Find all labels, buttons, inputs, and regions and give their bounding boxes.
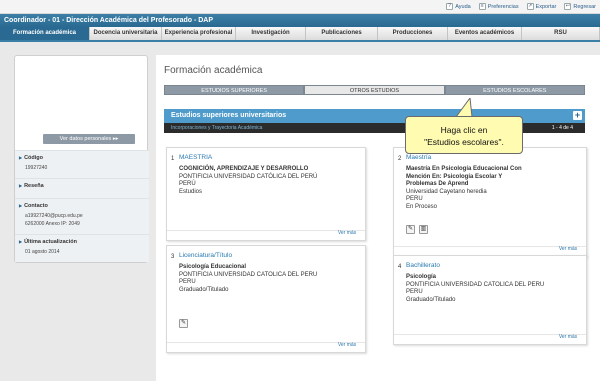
card-title[interactable]: Maestría — [406, 154, 431, 161]
tab-producciones[interactable]: Producciones — [378, 27, 448, 40]
tab-investigacion[interactable]: Investigación — [236, 27, 306, 40]
tutorial-callout: Haga clic en "Estudios escolares". — [405, 116, 523, 154]
card-number: 1 — [171, 156, 175, 162]
card-body: COGNICIÓN, APRENDIZAJE Y DESARROLLO PONT… — [179, 166, 349, 196]
ultima-actualizacion-section: Última actualización 01 agosto 2014 — [15, 234, 149, 262]
card-institution: PONTIFICIA UNIVERSIDAD CATOLICA DEL PERU — [406, 281, 545, 288]
study-card-2: 2 Maestría Maestría En Psicología Educac… — [393, 147, 587, 257]
profile-panel: Ver datos personales ▸▸ Código 19927240 … — [14, 55, 149, 263]
back-link[interactable]: ↩ Regresar — [564, 3, 596, 10]
main-nav: Formación académica Docencia universitar… — [0, 27, 600, 42]
contacto-phone: 6262000 Anexo IP: 2049 — [25, 221, 80, 227]
export-link-label: Exportar — [535, 3, 557, 10]
see-more-link[interactable]: Ver más — [333, 342, 361, 348]
edit-icon[interactable]: ✎ — [179, 319, 188, 328]
card-institution: PONTIFICIA UNIVERSIDAD CATÓLICA DEL PERÚ — [179, 173, 318, 180]
card-program: Psicología — [406, 274, 437, 280]
card-number: 2 — [398, 156, 402, 162]
help-icon: ? — [446, 3, 454, 10]
see-more-link[interactable]: Ver más — [333, 230, 361, 236]
card-country: PERU — [406, 289, 423, 295]
tab-estudios-superiores[interactable]: ESTUDIOS SUPERIORES — [164, 85, 305, 95]
tab-rsu[interactable]: RSU — [522, 27, 600, 40]
card-body: Psicología Educacional PONTIFICIA UNIVER… — [179, 264, 349, 294]
add-icon[interactable]: + — [573, 111, 582, 120]
card-body: Maestría En Psicología Educacional Con M… — [406, 166, 534, 211]
page-title: Formación académica — [164, 65, 263, 76]
preferences-link[interactable]: ≡ Preferencias — [478, 3, 519, 10]
card-body: Psicología PONTIFICIA UNIVERSIDAD CATOLI… — [406, 274, 556, 304]
card-institution: PONTIFICIA UNIVERSIDAD CATOLICA DEL PERU — [179, 271, 318, 278]
tab-estudios-escolares[interactable]: ESTUDIOS ESCOLARES — [444, 85, 585, 95]
card-number: 3 — [171, 254, 175, 260]
help-link-label: Ayuda — [455, 3, 471, 10]
top-links: ? Ayuda ≡ Preferencias ↗ Exportar ↩ Regresar — [446, 3, 596, 10]
tab-experiencia-profesional[interactable]: Experiencia profesional — [162, 27, 236, 40]
card-program: Psicología Educacional — [179, 264, 247, 270]
export-icon: ↗ — [526, 3, 534, 10]
codigo-value: 19927240 — [25, 165, 48, 171]
card-program: COGNICIÓN, APRENDIZAJE Y DESARROLLO — [179, 166, 309, 172]
top-utility-bar: ? Ayuda ≡ Preferencias ↗ Exportar ↩ Regresar — [0, 0, 600, 14]
tab-otros-estudios[interactable]: OTROS ESTUDIOS — [304, 85, 445, 95]
card-title[interactable]: Bachillerato — [406, 262, 440, 269]
card-status: Graduado/Titulado — [179, 286, 229, 293]
breadcrumb[interactable]: Incorporaciones y Trayectoria Académica — [171, 125, 262, 131]
profile-photo — [50, 62, 110, 126]
callout-pointer — [455, 98, 473, 118]
personal-data-button[interactable]: Ver datos personales ▸▸ — [43, 134, 135, 144]
card-program: Maestría En Psicología Educacional Con M… — [406, 166, 522, 187]
record-count: 1 - 4 de 4 — [551, 125, 573, 131]
tab-eventos-academicos[interactable]: Eventos académicos — [448, 27, 522, 40]
main-content: Formación académica ESTUDIOS SUPERIORES … — [156, 55, 600, 381]
card-status: En Proceso — [406, 203, 438, 210]
help-link[interactable]: ? Ayuda — [446, 3, 471, 10]
ultima-label[interactable]: Última actualización — [19, 239, 77, 245]
contacto-email: a19927240@pucp.edu.pe — [25, 213, 83, 219]
study-card-1: 1 MAESTRIA COGNICIÓN, APRENDIZAJE Y DESA… — [166, 147, 366, 241]
card-status: Graduado/Titulado — [406, 296, 456, 303]
see-more-link[interactable]: Ver más — [554, 246, 582, 252]
contacto-label[interactable]: Contacto — [19, 203, 48, 209]
card-country: PERU — [406, 196, 423, 202]
see-more-link[interactable]: Ver más — [554, 334, 582, 340]
export-link[interactable]: ↗ Exportar — [526, 3, 557, 10]
tab-formacion-academica[interactable]: Formación académica — [0, 27, 90, 40]
contacto-section: Contacto a19927240@pucp.edu.pe 6262000 A… — [15, 198, 149, 234]
delete-icon[interactable]: ▥ — [419, 225, 428, 234]
back-link-label: Regresar — [573, 3, 596, 10]
section-title: Estudios superiores universitarios — [171, 112, 287, 119]
tab-docencia-universitaria[interactable]: Docencia universitaria — [90, 27, 162, 40]
callout-line-1: Haga clic en — [440, 125, 488, 135]
study-card-3: 3 Licenciatura/Título Psicología Educaci… — [166, 245, 366, 353]
card-title[interactable]: Licenciatura/Título — [179, 252, 232, 259]
card-country: PERÚ — [179, 181, 196, 187]
resena-label[interactable]: Reseña — [19, 183, 44, 189]
card-status: Estudios — [179, 188, 203, 195]
ultima-value: 01 agosto 2014 — [25, 249, 60, 255]
tab-publicaciones[interactable]: Publicaciones — [306, 27, 378, 40]
codigo-label[interactable]: Código — [19, 155, 43, 161]
callout-line-2: "Estudios escolares". — [424, 137, 504, 147]
card-title[interactable]: MAESTRIA — [179, 154, 212, 161]
preferences-icon: ≡ — [478, 3, 486, 10]
study-card-4: 4 Bachillerato Psicología PONTIFICIA UNI… — [393, 255, 587, 345]
codigo-section: Código 19927240 — [15, 150, 149, 178]
preferences-link-label: Preferencias — [487, 3, 519, 10]
card-institution: Universidad Cayetano heredia — [406, 188, 487, 195]
edit-icon[interactable]: ✎ — [406, 225, 415, 234]
card-country: PERU — [179, 279, 196, 285]
study-tabs: ESTUDIOS SUPERIORES OTROS ESTUDIOS ESTUD… — [164, 85, 585, 95]
window-title: Coordinador - 01 - Dirección Académica d… — [0, 14, 600, 27]
back-icon: ↩ — [564, 3, 572, 10]
card-number: 4 — [398, 264, 402, 270]
resena-section: Reseña — [15, 178, 149, 198]
